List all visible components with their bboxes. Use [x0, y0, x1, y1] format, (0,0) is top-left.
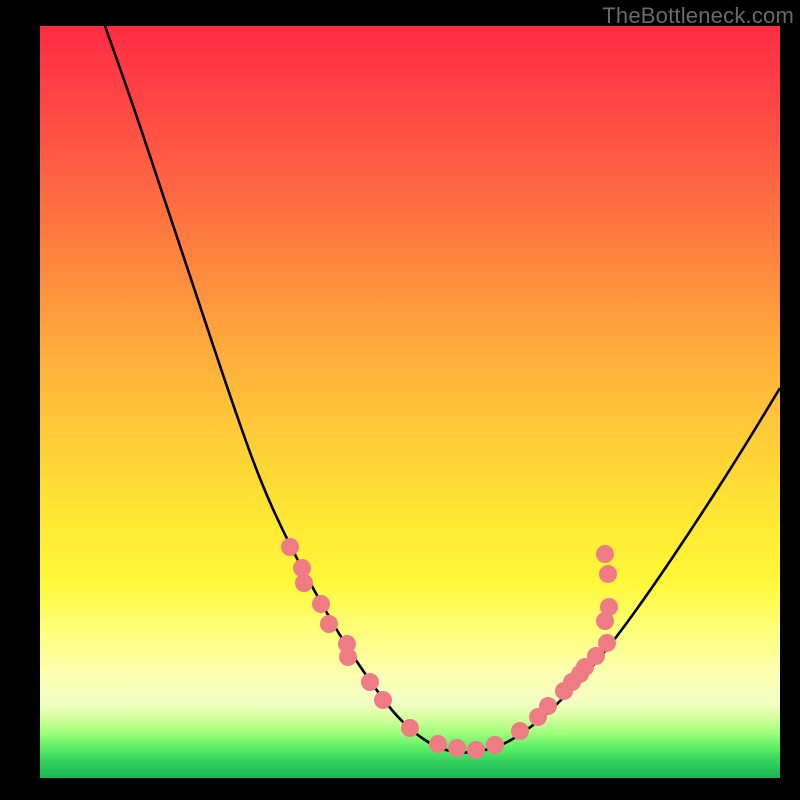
data-dot — [448, 739, 466, 757]
data-dot — [312, 595, 330, 613]
data-dot — [401, 719, 419, 737]
data-dot — [599, 565, 617, 583]
data-dot — [600, 598, 618, 616]
plot-area — [40, 26, 780, 778]
data-dot — [339, 648, 357, 666]
data-dot — [486, 736, 504, 754]
data-dot — [281, 538, 299, 556]
data-dot — [374, 691, 392, 709]
data-dot — [361, 673, 379, 691]
data-dot — [539, 697, 557, 715]
data-dot — [598, 634, 616, 652]
data-dot — [320, 615, 338, 633]
data-dots — [281, 538, 618, 759]
chart-frame: TheBottleneck.com — [0, 0, 800, 800]
data-dot — [467, 741, 485, 759]
data-dot — [429, 735, 447, 753]
data-dot — [596, 545, 614, 563]
curve-line — [105, 26, 780, 753]
data-dot — [511, 722, 529, 740]
bottleneck-curve — [40, 26, 780, 778]
data-dot — [295, 574, 313, 592]
watermark-text: TheBottleneck.com — [602, 3, 794, 29]
